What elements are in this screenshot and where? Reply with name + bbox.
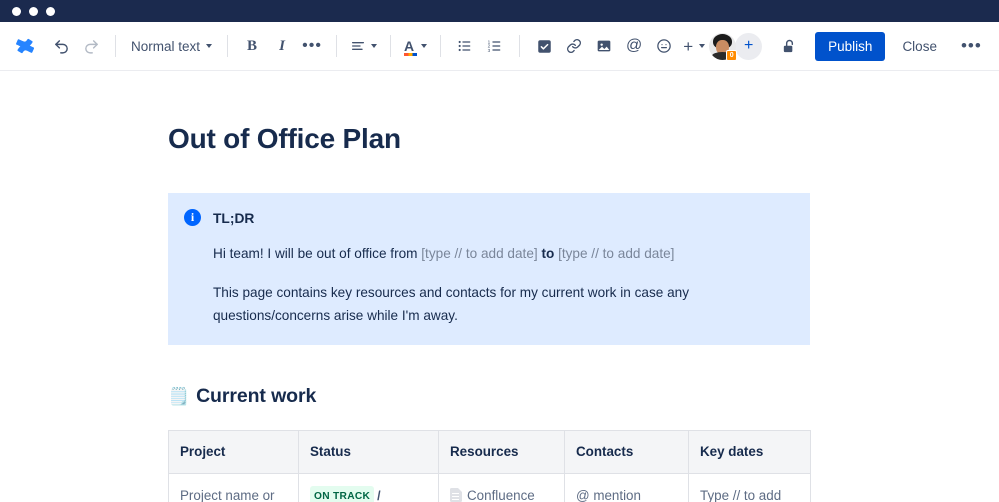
status-badge-on-track[interactable]: ON TRACK [310, 485, 375, 502]
panel-text-2: to [537, 246, 559, 262]
publish-button[interactable]: Publish [815, 31, 886, 61]
current-work-table: Project Status Resources Contacts Key da… [168, 429, 811, 502]
cell-project[interactable]: Project name or description [168, 472, 299, 502]
column-header-resources[interactable]: Resources [438, 429, 565, 474]
notepad-icon: 🗒️ [168, 386, 190, 406]
avatar-badge: 0 [726, 49, 738, 61]
info-panel-line-1: Hi team! I will be out of office from [t… [213, 242, 794, 265]
svg-text:3: 3 [488, 48, 491, 53]
status-separator: / [377, 488, 381, 502]
column-header-project[interactable]: Project [168, 429, 299, 474]
task-list-button[interactable] [529, 31, 559, 61]
date-placeholder-start[interactable]: [type // to add date] [421, 246, 537, 261]
chevron-down-icon [699, 44, 706, 48]
more-options-button[interactable]: ••• [953, 35, 990, 57]
section-heading-current-work: 🗒️ Current work [168, 385, 999, 408]
cell-contacts[interactable]: @ mention person or people [564, 472, 689, 502]
bold-icon: B [247, 37, 258, 54]
image-button[interactable] [589, 31, 619, 61]
window-close-button[interactable] [12, 6, 21, 16]
window-title-bar [0, 0, 999, 22]
text-style-dropdown[interactable]: Normal text [125, 31, 218, 61]
info-panel[interactable]: i TL;DR Hi team! I will be out of office… [168, 193, 810, 345]
column-header-key-dates[interactable]: Key dates [688, 429, 811, 474]
text-style-label: Normal text [131, 38, 201, 54]
more-formatting-button[interactable]: ••• [297, 31, 327, 61]
at-icon: @ [626, 37, 643, 54]
chevron-down-icon [206, 44, 213, 48]
bold-button[interactable]: B [237, 31, 267, 61]
italic-icon: I [279, 37, 285, 54]
restrictions-button[interactable] [774, 31, 804, 61]
chevron-down-icon [421, 44, 428, 48]
table-header-row: Project Status Resources Contacts Key da… [168, 429, 811, 474]
text-color-dropdown[interactable]: A [400, 31, 431, 61]
confluence-page-link[interactable]: Confluence page [450, 484, 553, 502]
undo-button[interactable] [46, 31, 76, 61]
panel-text-1: Hi team! I will be out of office from [213, 246, 422, 262]
table-row: Project name or description ON TRACK/AT … [168, 472, 811, 502]
color-swatch-bar [404, 53, 418, 56]
numbered-list-button[interactable]: 123 [480, 31, 510, 61]
date-placeholder-end[interactable]: [type // to add date] [558, 246, 674, 261]
ellipsis-icon: ••• [302, 37, 322, 54]
plus-icon: + [683, 36, 694, 56]
info-icon: i [184, 209, 201, 226]
info-panel-title: TL;DR [213, 211, 255, 226]
cell-resources[interactable]: Confluence page [438, 472, 565, 502]
text-color-icon: A [404, 38, 415, 54]
redo-button[interactable] [76, 31, 106, 61]
link-button[interactable] [559, 31, 589, 61]
document-body: Out of Office Plan i TL;DR Hi team! I wi… [0, 123, 999, 502]
plus-icon: + [743, 37, 754, 54]
add-person-button[interactable]: + [735, 32, 763, 60]
section-heading-label: Current work [196, 384, 317, 407]
cell-key-dates[interactable]: Type // to add date [688, 472, 811, 502]
info-panel-content: TL;DR Hi team! I will be out of office f… [213, 207, 794, 327]
editor-toolbar: Normal text B I ••• A 1 2 3 @ + 0 + Publ… [0, 22, 999, 71]
avatar[interactable]: 0 [709, 32, 738, 61]
column-header-contacts[interactable]: Contacts [564, 429, 689, 474]
window-minimize-button[interactable] [29, 6, 38, 16]
column-header-status[interactable]: Status [298, 429, 439, 474]
info-panel-line-2: This page contains key resources and con… [213, 284, 690, 323]
mention-button[interactable]: @ [619, 31, 649, 61]
page-document-icon [450, 487, 462, 502]
cell-status[interactable]: ON TRACK/AT RISK/ON HOLD [298, 472, 439, 502]
insert-menu-button[interactable]: + [679, 31, 709, 61]
window-maximize-button[interactable] [46, 6, 55, 16]
page-title[interactable]: Out of Office Plan [168, 123, 999, 155]
bullet-list-button[interactable] [450, 31, 480, 61]
emoji-button[interactable] [649, 31, 679, 61]
italic-button[interactable]: I [267, 31, 297, 61]
confluence-page-label: Confluence page [467, 487, 535, 502]
chevron-down-icon [371, 44, 378, 48]
text-alignment-dropdown[interactable] [346, 31, 381, 61]
confluence-logo-icon[interactable] [10, 31, 40, 61]
close-button[interactable]: Close [891, 32, 948, 61]
